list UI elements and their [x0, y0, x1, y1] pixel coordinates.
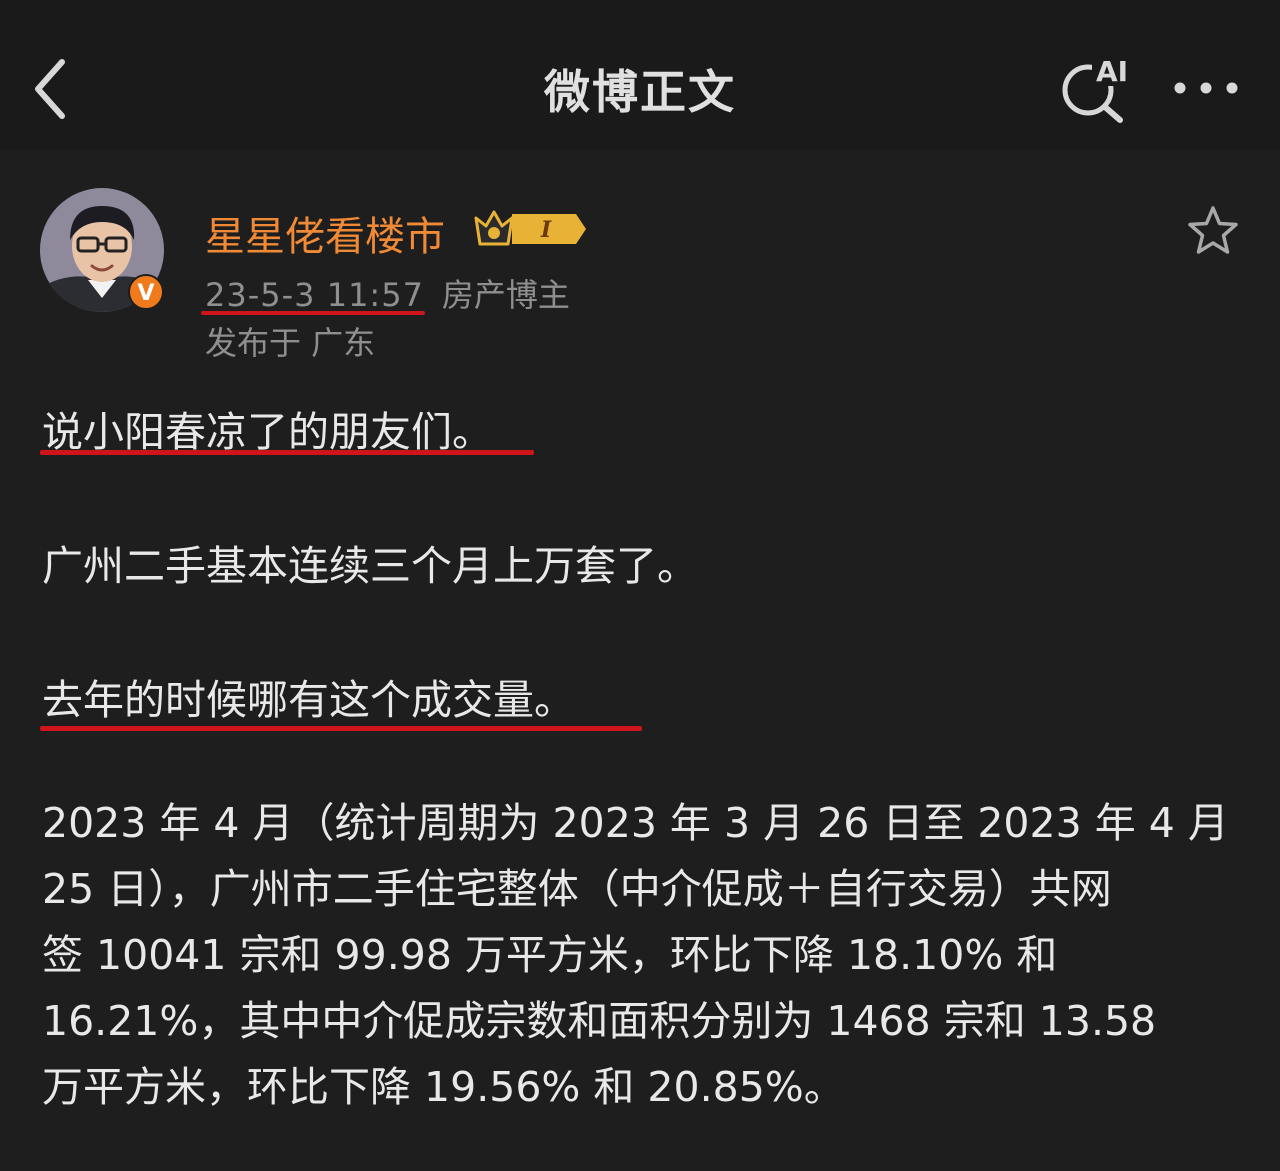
paragraph-2: 广州二手基本连续三个月上万套了。 [42, 542, 698, 590]
paragraph-1: 说小阳春凉了的朋友们。 [42, 408, 493, 456]
timestamp-underline [201, 311, 425, 315]
verified-v-icon: V [128, 274, 164, 310]
post-timestamp: 23-5-3 11:57 [205, 276, 424, 314]
body-line-4: 16.21%，其中中介促成宗数和面积分别为 1468 宗和 13.58 [42, 997, 1157, 1045]
body-line-2: 25 日），广州市二手住宅整体（中介促成＋自行交易）共网 [42, 865, 1112, 913]
body-line-1: 2023 年 4 月（统计周期为 2023 年 3 月 26 日至 2023 年… [42, 799, 1229, 847]
post-body: 2023 年 4 月（统计周期为 2023 年 3 月 26 日至 2023 年… [42, 790, 1238, 1120]
top-navbar: 微博正文 AI [0, 0, 1280, 150]
paragraph-1-underline [40, 450, 534, 455]
body-line-5: 万平方米，环比下降 19.56% 和 20.85%。 [42, 1063, 845, 1111]
author-role: 房产博主 [441, 276, 570, 314]
crown-badge-icon[interactable]: I [472, 206, 588, 252]
ai-label: AI [1096, 55, 1128, 88]
author-name[interactable]: 星星佬看楼市 [205, 204, 445, 262]
paragraph-3: 去年的时候哪有这个成交量。 [42, 676, 575, 724]
paragraph-3-underline [40, 726, 642, 731]
ai-search-icon[interactable]: AI [1058, 54, 1136, 124]
badge-level-label: I [540, 217, 552, 243]
star-outline-icon[interactable] [1186, 204, 1240, 258]
post-meta: 23-5-3 11:57 房产博主 [205, 270, 570, 316]
post-location: 发布于 广东 [205, 324, 376, 362]
more-dots-icon[interactable] [1170, 72, 1242, 104]
body-line-3: 签 10041 宗和 99.98 万平方米，环比下降 18.10% 和 [42, 931, 1058, 979]
verified-label: V [137, 281, 154, 306]
